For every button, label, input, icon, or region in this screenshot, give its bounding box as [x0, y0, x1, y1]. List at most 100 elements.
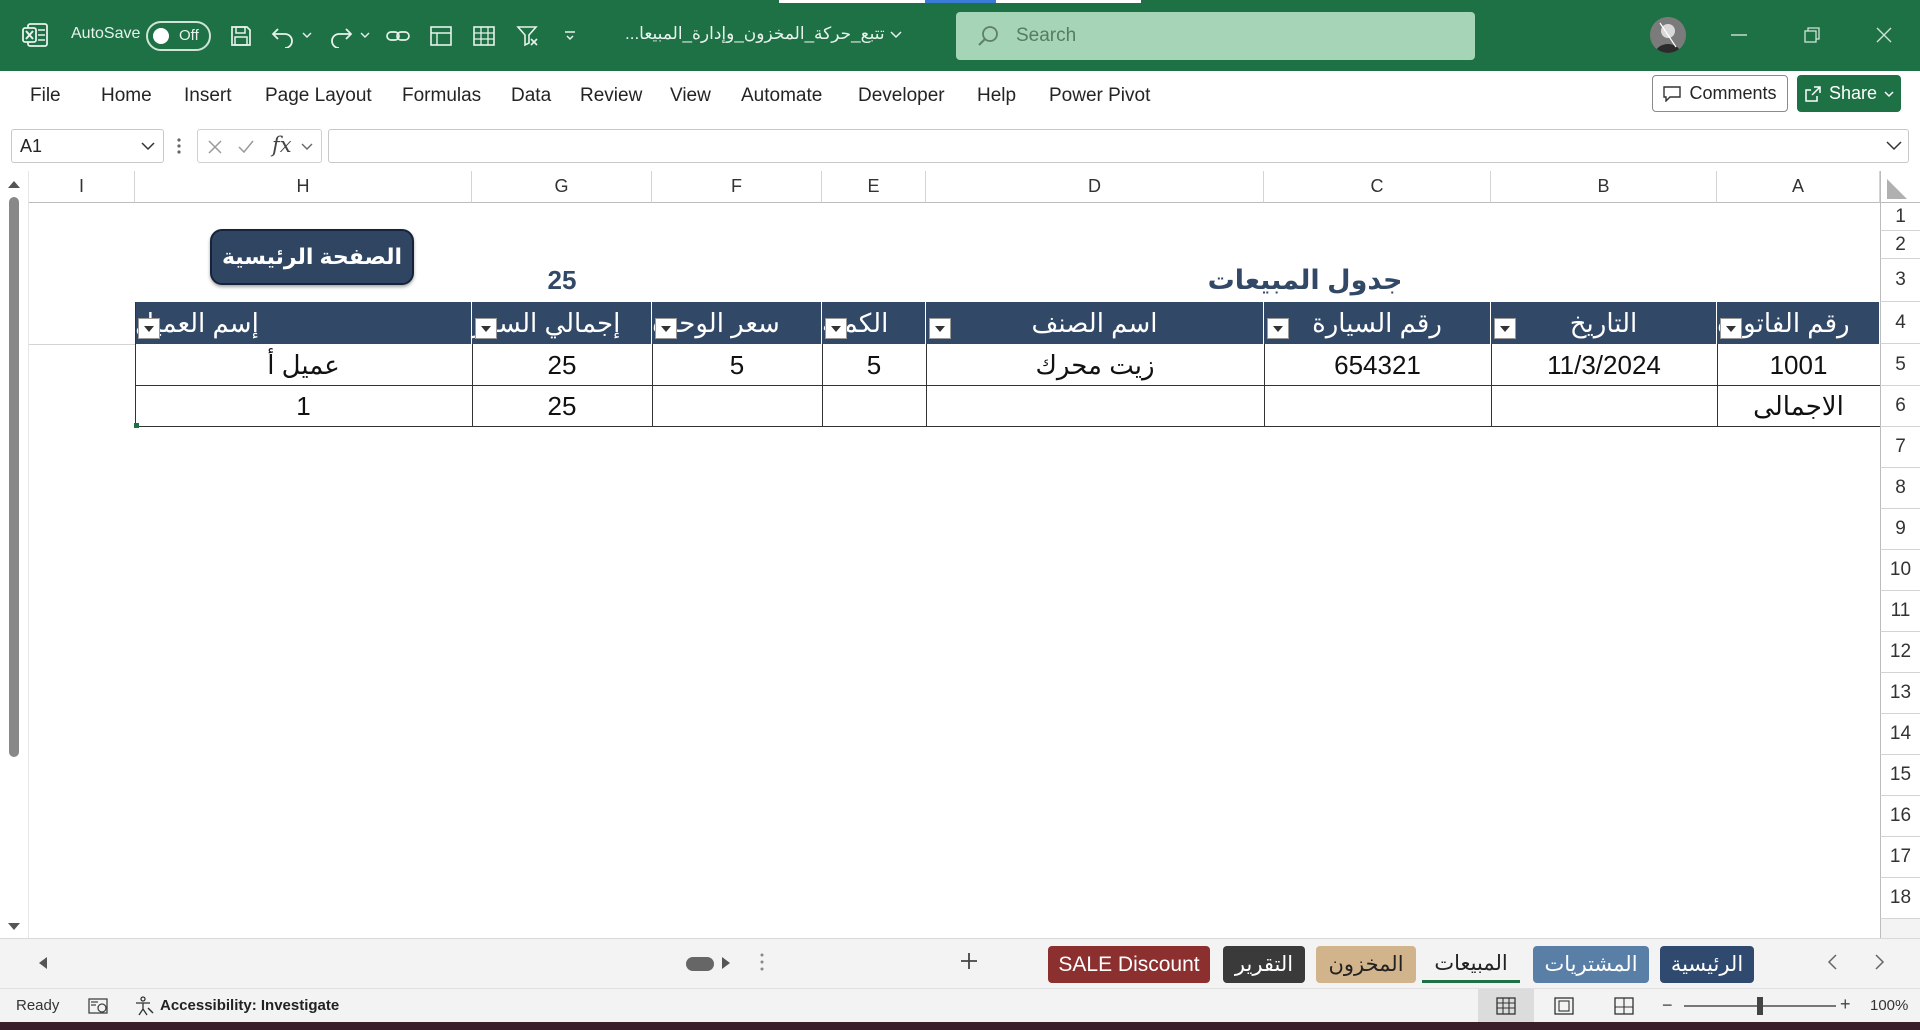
share-button[interactable]: Share [1797, 75, 1901, 112]
zoom-slider-thumb[interactable] [1757, 997, 1763, 1015]
menu-review[interactable]: Review [580, 85, 642, 107]
avatar[interactable] [1650, 17, 1686, 53]
cell-A5[interactable]: 1001 [1717, 344, 1880, 386]
row-header-16[interactable]: 16 [1880, 796, 1920, 837]
row-header-5[interactable]: 5 [1880, 344, 1920, 386]
column-header-C[interactable]: C [1264, 171, 1491, 203]
undo-dropdown-icon[interactable] [300, 28, 314, 42]
cell-A6[interactable]: الاجمالى [1717, 386, 1880, 427]
header-quantity[interactable]: الكمية [822, 302, 926, 344]
sheet-tab-report[interactable]: التقرير [1223, 946, 1305, 983]
page-break-view-icon[interactable] [1614, 997, 1634, 1015]
row-header-3[interactable]: 3 [1880, 259, 1920, 302]
zoom-in-icon[interactable]: + [1840, 994, 1851, 1015]
cell-F5[interactable]: 5 [652, 344, 822, 386]
close-icon[interactable] [1872, 24, 1896, 46]
zoom-out-icon[interactable]: − [1662, 995, 1673, 1016]
vertical-scrollbar[interactable] [0, 171, 29, 938]
sheet-tab-purchases[interactable]: المشتريات [1533, 946, 1649, 983]
scroll-right-icon[interactable] [720, 956, 732, 970]
filter-dropdown-icon[interactable] [655, 318, 677, 339]
sheet-tab-main[interactable]: الرئيسية [1660, 946, 1754, 983]
menu-view[interactable]: View [670, 85, 711, 107]
tabs-splitter-icon[interactable] [760, 952, 764, 972]
menu-automate[interactable]: Automate [741, 85, 822, 107]
minimize-icon[interactable] [1727, 25, 1751, 45]
link-icon[interactable] [383, 22, 413, 50]
restore-icon[interactable] [1800, 24, 1824, 46]
row-header-13[interactable]: 13 [1880, 673, 1920, 714]
row-header-7[interactable]: 7 [1880, 427, 1920, 468]
column-header-I[interactable]: I [29, 171, 135, 203]
header-car-number[interactable]: رقم السيارة [1264, 302, 1491, 344]
zoom-slider[interactable] [1684, 997, 1836, 1015]
filter-dropdown-icon[interactable] [138, 318, 160, 339]
header-customer-name[interactable]: إسم العميل [135, 302, 472, 344]
vertical-scroll-thumb[interactable] [9, 197, 19, 757]
title-dropdown-icon[interactable] [889, 28, 903, 42]
insert-function-icon[interactable]: fx [272, 133, 292, 157]
scroll-down-icon[interactable] [7, 922, 21, 932]
column-header-H[interactable]: H [135, 171, 472, 203]
cancel-entry-icon[interactable] [207, 139, 223, 155]
cell-G6[interactable]: 25 [472, 386, 652, 427]
row-header-10[interactable]: 10 [1880, 550, 1920, 591]
menu-file[interactable]: File [30, 85, 61, 107]
menu-help[interactable]: Help [977, 85, 1016, 107]
menu-power-pivot[interactable]: Power Pivot [1049, 85, 1150, 107]
scroll-left-icon[interactable] [37, 956, 49, 970]
menu-data[interactable]: Data [511, 85, 551, 107]
cell-D5[interactable]: زيت محرك [926, 344, 1264, 386]
table-resize-handle[interactable] [134, 423, 139, 428]
form-icon[interactable] [426, 22, 456, 50]
formula-input[interactable] [328, 129, 1909, 163]
autosave-toggle[interactable]: Off [146, 21, 211, 51]
normal-view-button[interactable] [1478, 989, 1534, 1023]
macro-record-icon[interactable] [88, 997, 110, 1015]
filter-dropdown-icon[interactable] [1494, 318, 1516, 339]
row-header-14[interactable]: 14 [1880, 714, 1920, 755]
cell-H6[interactable]: 1 [135, 386, 472, 427]
column-header-G[interactable]: G [472, 171, 652, 203]
header-date[interactable]: التاريخ [1491, 302, 1717, 344]
filter-dropdown-icon[interactable] [1720, 318, 1742, 339]
menu-formulas[interactable]: Formulas [402, 85, 481, 107]
sheet-tab-inventory[interactable]: المخزون [1316, 946, 1416, 983]
cell-H5[interactable]: عميل أ [135, 344, 472, 386]
cell-G5[interactable]: 25 [472, 344, 652, 386]
filter-dropdown-icon[interactable] [475, 318, 497, 339]
worksheet-grid[interactable]: I H G F E D C B A 1 2 3 4 5 6 7 8 9 10 1… [0, 171, 1920, 938]
row-header-9[interactable]: 9 [1880, 509, 1920, 550]
row-header-4[interactable]: 4 [1880, 302, 1920, 344]
scroll-up-icon[interactable] [7, 179, 21, 189]
horizontal-scroll-thumb[interactable] [686, 957, 714, 971]
select-all-corner[interactable] [1880, 171, 1920, 203]
confirm-entry-icon[interactable] [237, 139, 255, 155]
table-title[interactable]: جدول المبيعات [1080, 259, 1530, 302]
customize-toolbar-icon[interactable] [560, 26, 580, 46]
home-page-button[interactable]: الصفحة الرئيسية [210, 229, 414, 285]
sheet-tab-sale-discount[interactable]: SALE Discount [1048, 946, 1210, 983]
cell-E5[interactable]: 5 [822, 344, 926, 386]
column-header-B[interactable]: B [1491, 171, 1717, 203]
sheet-tab-sales[interactable]: المبيعات [1422, 946, 1520, 983]
header-item-name[interactable]: اسم الصنف [926, 302, 1264, 344]
row-header-8[interactable]: 8 [1880, 468, 1920, 509]
page-layout-view-icon[interactable] [1554, 997, 1574, 1015]
function-dropdown-icon[interactable] [301, 143, 313, 151]
zoom-level[interactable]: 100% [1870, 997, 1908, 1014]
header-invoice-number[interactable]: رقم الفاتورة [1717, 302, 1880, 344]
comments-button[interactable]: Comments [1652, 75, 1788, 112]
menu-page-layout[interactable]: Page Layout [265, 85, 372, 107]
accessibility-icon[interactable] [134, 996, 154, 1016]
add-sheet-icon[interactable] [959, 951, 979, 971]
filter-dropdown-icon[interactable] [929, 318, 951, 339]
row-header-12[interactable]: 12 [1880, 632, 1920, 673]
row-header-11[interactable]: 11 [1880, 591, 1920, 632]
document-title[interactable]: ...تتبع_حركة_المخزون_وإدارة_المبيعا [625, 24, 885, 44]
menu-insert[interactable]: Insert [184, 85, 232, 107]
filter-dropdown-icon[interactable] [825, 318, 847, 339]
next-sheet-icon[interactable] [1874, 953, 1886, 971]
undo-icon[interactable] [268, 22, 298, 50]
redo-icon[interactable] [326, 22, 356, 50]
